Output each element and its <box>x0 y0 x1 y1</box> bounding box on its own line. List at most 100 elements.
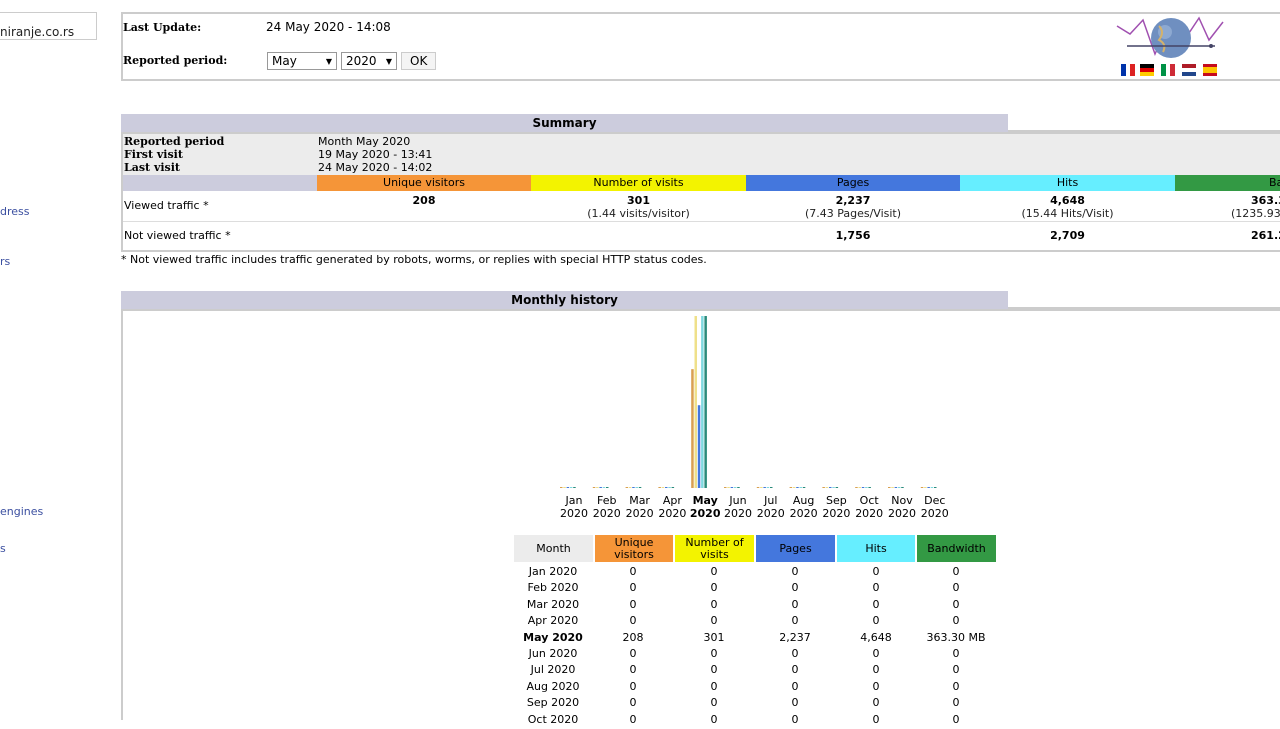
table-cell: Aug 2020 <box>526 679 580 693</box>
flag-nl-icon[interactable] <box>1182 64 1196 76</box>
chart-bar-unique-visitors-6 <box>724 487 727 488</box>
header-hits: Hits <box>960 175 1175 191</box>
flag-fr-icon[interactable] <box>1121 64 1136 76</box>
chart-month-label: Sep 2020 <box>820 494 852 520</box>
chart-bar-bandwidth-7 <box>770 487 773 488</box>
not-viewed-bandwidth-value: 261.2 <box>1251 229 1280 242</box>
chart-bar-hits-9 <box>832 487 835 488</box>
year-select[interactable]: 2020 ▼ <box>341 52 397 70</box>
chart-month-label: Nov 2020 <box>886 494 918 520</box>
table-cell: 0 <box>629 696 637 710</box>
table-row: Aug 2020 0 0 0 0 0 <box>514 680 996 696</box>
chart-month-year: 2020 <box>920 507 949 520</box>
table-cell: Jan 2020 <box>528 565 578 578</box>
table-cell: Mar 2020 <box>526 597 580 611</box>
header-spacer <box>123 175 317 191</box>
chart-bar-hits-8 <box>799 487 802 488</box>
table-cell: 0 <box>629 647 637 660</box>
last-visit-value: 24 May 2020 - 14:02 <box>318 161 433 174</box>
chart-bar-number-of-visits-11 <box>891 487 894 488</box>
flag-de-icon[interactable] <box>1140 64 1154 76</box>
chart-bar-number-of-visits-6 <box>727 487 730 488</box>
ok-button[interactable]: OK <box>401 52 437 70</box>
table-cell: 0 <box>629 712 637 726</box>
chart-bar-unique-visitors-9 <box>822 487 825 488</box>
table-cell: 0 <box>710 679 718 693</box>
first-visit-value: 19 May 2020 - 13:41 <box>318 148 433 161</box>
table-cell: 0 <box>629 614 637 628</box>
table-cell: 0 <box>952 679 960 693</box>
summary-footnote: * Not viewed traffic includes traffic ge… <box>121 253 707 266</box>
table-row: Apr 2020 0 0 0 0 0 <box>514 614 996 630</box>
table-row: Sep 2020 0 0 0 0 0 <box>514 696 996 712</box>
chart-bar-bandwidth-3 <box>638 487 642 488</box>
chart-month-label: Feb 2020 <box>591 494 623 520</box>
table-row: Jan 2020 0 0 0 0 0 <box>514 565 996 581</box>
chart-bar-hits-4 <box>668 487 671 488</box>
chart-bar-pages-4 <box>665 487 668 488</box>
table-cell: Sep 2020 <box>526 696 580 710</box>
chart-month-label: Jun 2020 <box>722 494 754 520</box>
chart-bar-unique-visitors-4 <box>658 487 661 488</box>
chart-bar-number-of-visits-8 <box>792 487 796 488</box>
chart-bar-hits-12 <box>930 487 934 488</box>
flag-it-icon[interactable] <box>1161 64 1176 76</box>
table-cell: 0 <box>791 565 799 578</box>
chart-bar-hits-11 <box>897 487 901 488</box>
month-select-value: May <box>272 54 297 68</box>
chart-bar-number-of-visits-10 <box>858 487 861 488</box>
history-header-visits-line2: visits <box>700 547 729 561</box>
chart-month-year: 2020 <box>625 507 654 520</box>
viewed-pages-value: 2,237 <box>835 194 871 207</box>
awstats-logo-icon <box>1116 16 1224 58</box>
table-cell: 0 <box>872 696 880 710</box>
year-select-value: 2020 <box>346 54 377 68</box>
table-cell: 0 <box>872 679 880 693</box>
table-cell: 0 <box>629 581 637 595</box>
chart-bar-bandwidth-8 <box>802 487 806 488</box>
chart-bar-number-of-visits-2 <box>596 487 599 488</box>
table-row: Jun 2020 0 0 0 0 0 <box>514 647 996 663</box>
table-cell: 0 <box>872 565 880 578</box>
table-cell: Feb 2020 <box>527 581 579 595</box>
chart-bar-hits-2 <box>602 487 606 488</box>
dropdown-arrow-icon: ▼ <box>325 56 332 66</box>
first-visit-label: First visit <box>124 148 183 161</box>
table-row: Mar 2020 0 0 0 0 0 <box>514 598 996 614</box>
table-cell: 0 <box>872 647 880 660</box>
sidebar-link-address[interactable]: dress <box>0 205 30 218</box>
flag-es-icon[interactable] <box>1203 64 1217 76</box>
chart-month-name: Aug <box>792 494 815 507</box>
table-cell: 0 <box>710 614 718 628</box>
chart-bar-bandwidth-4 <box>671 487 675 488</box>
chart-month-year: 2020 <box>689 507 721 520</box>
sidebar-link-keyphrases[interactable]: s <box>0 542 6 555</box>
month-select[interactable]: May ▼ <box>267 52 337 70</box>
chart-bar-hits-1 <box>569 487 573 488</box>
table-cell: 0 <box>872 712 880 726</box>
table-row: Oct 2020 0 0 0 0 0 <box>514 713 996 729</box>
table-cell: 0 <box>791 581 799 595</box>
sidebar-link-visitors[interactable]: rs <box>0 255 10 268</box>
chart-bar-pages-1 <box>566 487 570 488</box>
table-cell: 0 <box>791 614 799 628</box>
chart-bar-number-of-visits-5 <box>694 316 697 488</box>
chart-bar-pages-10 <box>861 487 865 488</box>
sidebar-link-search-engines[interactable]: engines <box>0 505 43 518</box>
chart-month-name: Apr <box>662 494 682 507</box>
table-row: Jul 2020 0 0 0 0 0 <box>514 663 996 679</box>
chart-bar-pages-9 <box>829 487 832 488</box>
table-cell: 0 <box>710 597 718 611</box>
table-cell: 0 <box>952 663 960 677</box>
chart-month-name: Oct <box>859 494 879 507</box>
chart-month-year: 2020 <box>789 507 818 520</box>
chart-month-year: 2020 <box>855 507 884 520</box>
chart-bar-number-of-visits-7 <box>760 487 763 488</box>
chart-bar-bandwidth-5 <box>704 316 707 488</box>
chart-month-label: Apr 2020 <box>656 494 688 520</box>
viewed-hits-value: 4,648 <box>1050 194 1085 207</box>
table-row: Feb 2020 0 0 0 0 0 <box>514 581 996 597</box>
history-header-unique-line2: visitors <box>614 547 654 561</box>
summary-table: Reported period Month May 2020 First vis… <box>121 132 1280 252</box>
chart-bar-pages-8 <box>796 487 799 488</box>
